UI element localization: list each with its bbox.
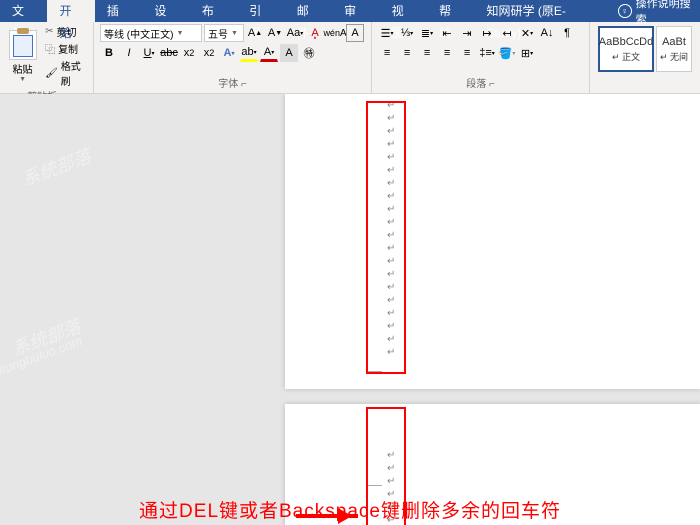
- tab-review[interactable]: 审阅: [332, 0, 379, 22]
- char-shading-button[interactable]: A: [280, 44, 298, 62]
- brush-icon: 🖌: [45, 68, 58, 79]
- distribute-button[interactable]: ≡: [458, 44, 476, 62]
- paragraph-mark: ↵: [285, 216, 700, 229]
- superscript-button[interactable]: x2: [200, 44, 218, 62]
- paragraph-mark: ↵: [285, 281, 700, 294]
- paragraph-mark: ↵: [285, 229, 700, 242]
- paragraph-mark: ↵: [285, 151, 700, 164]
- paragraph-mark: ↵: [285, 164, 700, 177]
- rtl-button[interactable]: ↤: [498, 24, 516, 42]
- paragraph-mark: ↵: [285, 203, 700, 216]
- style-normal[interactable]: AaBbCcDd ↵ 正文: [598, 26, 654, 72]
- char-border-button[interactable]: A: [346, 24, 364, 42]
- tab-references[interactable]: 引用: [237, 0, 284, 22]
- paragraph-mark: ↵: [285, 255, 700, 268]
- highlight-box: [366, 101, 406, 374]
- paragraph-mark: ↵: [285, 346, 700, 359]
- menu-tabs: 文件 开始 插入 设计 布局 引用 邮件 审阅 视图 帮助 知网研学 (原E-S…: [0, 0, 700, 22]
- tab-home[interactable]: 开始: [47, 0, 94, 22]
- group-paragraph: 段落 ⌐: [378, 75, 583, 91]
- tab-view[interactable]: 视图: [380, 0, 427, 22]
- cut-button[interactable]: ✂剪切: [45, 24, 87, 39]
- copy-button[interactable]: ⿻复制: [45, 41, 87, 56]
- increase-indent-button[interactable]: ⇥: [458, 24, 476, 42]
- shrink-font-button[interactable]: A▼: [266, 24, 284, 42]
- subscript-button[interactable]: x2: [180, 44, 198, 62]
- strike-button[interactable]: abc: [160, 44, 178, 62]
- paragraph-mark: ↵: [285, 462, 700, 475]
- sort-button[interactable]: A↓: [538, 24, 556, 42]
- paragraph-mark: ↵: [285, 475, 700, 488]
- paragraph-mark: ↵: [285, 242, 700, 255]
- grow-font-button[interactable]: A▲: [246, 24, 264, 42]
- scissors-icon: ✂: [45, 26, 53, 37]
- ribbon: 粘贴 ▼ ✂剪切 ⿻复制 🖌格式刷 剪贴板 ⌐ 等线 (中文正文)▼ 五号▼ A…: [0, 22, 700, 94]
- bulb-icon: ♀: [618, 4, 632, 18]
- tab-file[interactable]: 文件: [0, 0, 47, 22]
- format-painter-button[interactable]: 🖌格式刷: [45, 58, 87, 88]
- copy-icon: ⿻: [45, 41, 55, 56]
- font-size-select[interactable]: 五号▼: [204, 24, 244, 42]
- paragraph-mark: ↵: [285, 320, 700, 333]
- change-case-button[interactable]: Aa▾: [286, 24, 304, 42]
- show-marks-button[interactable]: ¶: [558, 24, 576, 42]
- justify-button[interactable]: ≡: [438, 44, 456, 62]
- watermark: 系统部落: [18, 142, 95, 191]
- tab-mail[interactable]: 邮件: [285, 0, 332, 22]
- paragraph-mark: ↵: [285, 112, 700, 125]
- ltr-button[interactable]: ↦: [478, 24, 496, 42]
- paragraph-mark: ↵: [285, 190, 700, 203]
- phonetic-button[interactable]: wénA: [326, 24, 344, 42]
- bold-button[interactable]: B: [100, 44, 118, 62]
- text-effects-button[interactable]: A▾: [220, 44, 238, 62]
- shading-button[interactable]: 🪣▾: [498, 44, 516, 62]
- asian-layout-button[interactable]: ✕▾: [518, 24, 536, 42]
- font-name-select[interactable]: 等线 (中文正文)▼: [100, 24, 202, 42]
- decrease-indent-button[interactable]: ⇤: [438, 24, 456, 42]
- bullets-button[interactable]: ☰▾: [378, 24, 396, 42]
- align-center-button[interactable]: ≡: [398, 44, 416, 62]
- enclose-char-button[interactable]: ㊕: [300, 44, 318, 62]
- clear-format-button[interactable]: A͓: [306, 24, 324, 42]
- line-spacing-button[interactable]: ‡≡▾: [478, 44, 496, 62]
- paragraph-mark: ↵: [285, 294, 700, 307]
- tab-layout[interactable]: 布局: [190, 0, 237, 22]
- paragraph-mark: ↵: [285, 125, 700, 138]
- watermark: 系统部落: [8, 312, 85, 361]
- page-1[interactable]: ↵ ↵ ↵ ↵ ↵ ↵ ↵ ↵ ↵ ↵ ↵ ↵ ↵ ↵ ↵ ↵ ↵ ↵ ↵ ↵: [285, 94, 700, 389]
- style-no-spacing[interactable]: AaBt ↵ 无间: [656, 26, 692, 72]
- paragraph-mark: ↵: [285, 138, 700, 151]
- paragraph-mark: ↵: [285, 177, 700, 190]
- tab-design[interactable]: 设计: [142, 0, 189, 22]
- annotation-caption: 通过DEL键或者Backspace键删除多余的回车符: [0, 496, 700, 523]
- paragraph-mark: ↵: [285, 333, 700, 346]
- font-color-button[interactable]: A▾: [260, 44, 278, 62]
- italic-button[interactable]: I: [120, 44, 138, 62]
- paragraph-mark: ↵: [285, 268, 700, 281]
- align-right-button[interactable]: ≡: [418, 44, 436, 62]
- paragraph-mark: ↵: [285, 449, 700, 462]
- paste-button[interactable]: 粘贴 ▼: [6, 30, 39, 83]
- align-left-button[interactable]: ≡: [378, 44, 396, 62]
- document-area[interactable]: 系统部落 xitongbuluo.com 系统部落 xitongbuluo.co…: [0, 94, 700, 525]
- multilevel-button[interactable]: ≣▾: [418, 24, 436, 42]
- underline-button[interactable]: U▾: [140, 44, 158, 62]
- paragraph-mark: ↵: [285, 99, 700, 112]
- numbering-button[interactable]: ⅓▾: [398, 24, 416, 42]
- watermark: xitongbuluo.com: [0, 333, 84, 379]
- highlight-button[interactable]: ab▾: [240, 44, 258, 62]
- tab-help[interactable]: 帮助: [427, 0, 474, 22]
- paragraph-mark: ↵: [285, 307, 700, 320]
- borders-button[interactable]: ⊞▾: [518, 44, 536, 62]
- paste-icon: [9, 30, 37, 60]
- group-font: 字体 ⌐: [100, 75, 365, 91]
- tab-insert[interactable]: 插入: [95, 0, 142, 22]
- tab-cnki[interactable]: 知网研学 (原E-Study): [475, 0, 610, 22]
